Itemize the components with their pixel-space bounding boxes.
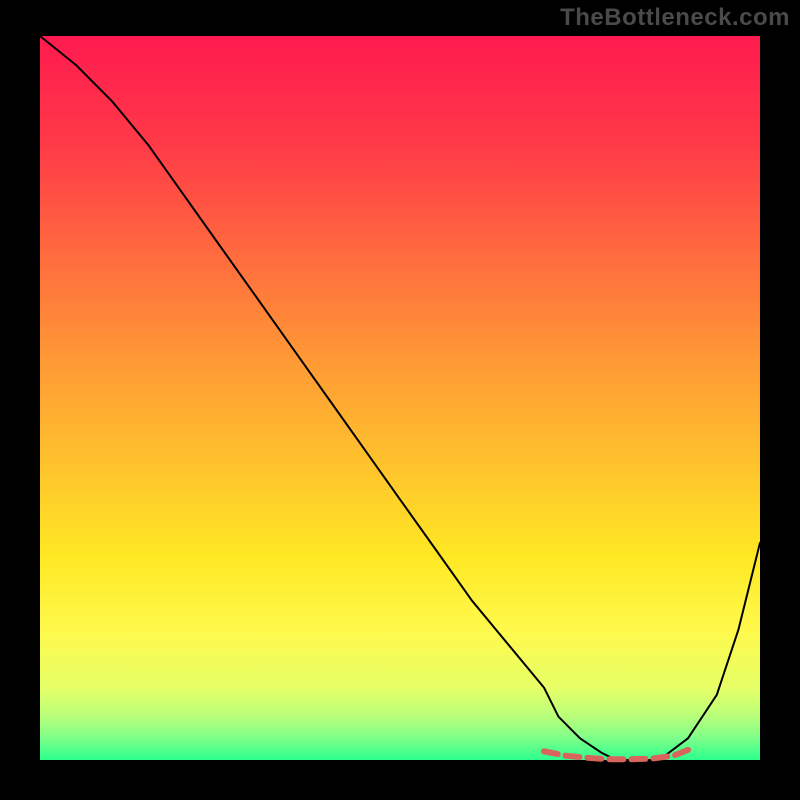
chart-frame: TheBottleneck.com bbox=[0, 0, 800, 800]
chart-svg bbox=[0, 0, 800, 800]
watermark-text: TheBottleneck.com bbox=[560, 4, 790, 32]
